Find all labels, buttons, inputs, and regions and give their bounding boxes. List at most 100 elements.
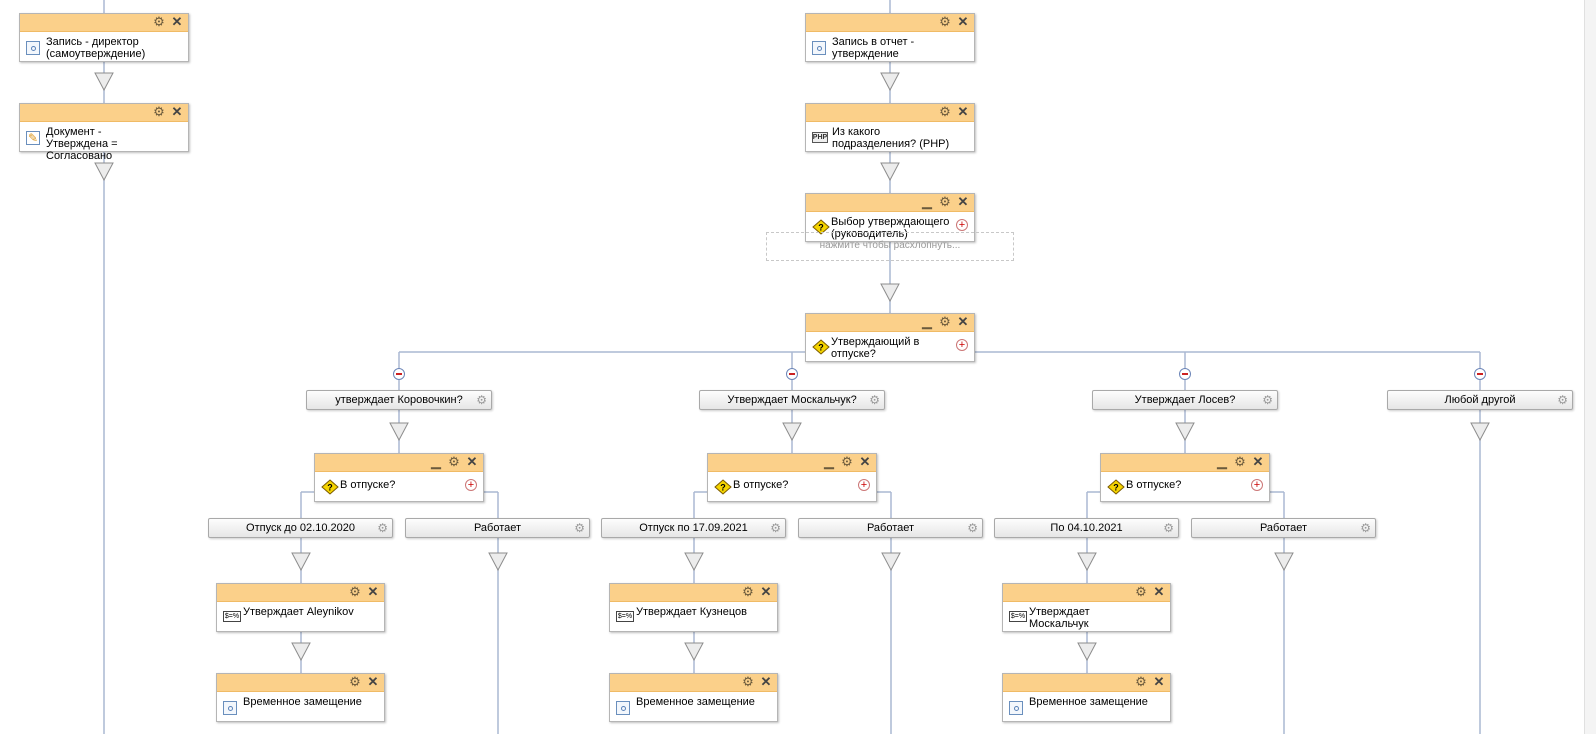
flow-arrow[interactable] <box>1077 642 1097 662</box>
block-label: Временное замещение <box>636 696 755 708</box>
minimize-icon[interactable]: ▁ <box>822 455 836 469</box>
branch-label-working-3[interactable]: Работает ⚙ <box>1191 518 1376 538</box>
flow-arrow[interactable] <box>94 162 114 182</box>
gear-icon[interactable]: ⚙ <box>938 195 952 209</box>
flow-arrow[interactable] <box>1077 552 1097 572</box>
close-icon[interactable]: ✕ <box>1251 455 1265 469</box>
close-icon[interactable]: ✕ <box>1152 585 1166 599</box>
gear-icon[interactable]: ⚙ <box>938 315 952 329</box>
remove-branch-icon[interactable] <box>1179 368 1191 380</box>
flow-arrow[interactable] <box>684 552 704 572</box>
remove-branch-icon[interactable] <box>1474 368 1486 380</box>
flow-arrow[interactable] <box>1470 422 1490 442</box>
close-icon[interactable]: ✕ <box>366 585 380 599</box>
close-icon[interactable]: ✕ <box>170 15 184 29</box>
branch-label-vacation-until-2020[interactable]: Отпуск до 02.10.2020 ⚙ <box>208 518 393 538</box>
activity-block-temp-substitution-1[interactable]: ⚙ ✕ Временное замещение <box>216 673 385 722</box>
gear-icon[interactable]: ⚙ <box>476 391 487 409</box>
flow-arrow[interactable] <box>782 422 802 442</box>
branch-label-korovochkin[interactable]: утверждает Коровочкин? ⚙ <box>306 390 492 410</box>
branch-label-until-04-10-2021[interactable]: По 04.10.2021 ⚙ <box>994 518 1179 538</box>
block-label: Утверждающий в отпуске? <box>831 336 920 360</box>
flow-arrow[interactable] <box>880 72 900 92</box>
flow-arrow[interactable] <box>881 552 901 572</box>
condition-block-on-vacation-1[interactable]: ▁ ⚙ ✕ ? В отпуске? + <box>314 453 484 502</box>
flow-arrow[interactable] <box>1175 422 1195 442</box>
condition-block-on-vacation-2[interactable]: ▁ ⚙ ✕ ? В отпуске? + <box>707 453 877 502</box>
activity-block-director-record[interactable]: ⚙ ✕ Запись - директор (самоутверждение) <box>19 13 189 62</box>
flow-arrow[interactable] <box>291 642 311 662</box>
minimize-icon[interactable]: ▁ <box>920 195 934 209</box>
remove-branch-icon[interactable] <box>786 368 798 380</box>
close-icon[interactable]: ✕ <box>170 105 184 119</box>
close-icon[interactable]: ✕ <box>366 675 380 689</box>
gear-icon[interactable]: ⚙ <box>840 455 854 469</box>
activity-block-document-approved[interactable]: ⚙ ✕ Документ - Утверждена = Согласовано <box>19 103 189 162</box>
branch-label-vacation-until-2021[interactable]: Отпуск по 17.09.2021 ⚙ <box>601 518 786 538</box>
gear-icon[interactable]: ⚙ <box>348 585 362 599</box>
branch-label-working-2[interactable]: Работает ⚙ <box>798 518 983 538</box>
branch-label-moskalchuk[interactable]: Утверждает Москальчук? ⚙ <box>699 390 885 410</box>
flow-arrow[interactable] <box>1274 552 1294 572</box>
gear-icon[interactable]: ⚙ <box>377 519 388 537</box>
gear-icon[interactable]: ⚙ <box>741 585 755 599</box>
gear-icon[interactable]: ⚙ <box>447 455 461 469</box>
close-icon[interactable]: ✕ <box>1152 675 1166 689</box>
gear-icon[interactable]: ⚙ <box>1134 675 1148 689</box>
gear-icon[interactable]: ⚙ <box>1557 391 1568 409</box>
gear-icon[interactable]: ⚙ <box>1233 455 1247 469</box>
minimize-icon[interactable]: ▁ <box>920 315 934 329</box>
activity-block-approves-aleynikov[interactable]: ⚙ ✕ $=% Утверждает Aleynikov <box>216 583 385 632</box>
add-branch-icon[interactable]: + <box>465 479 477 491</box>
flow-arrow[interactable] <box>684 642 704 662</box>
vertical-scrollbar[interactable] <box>1584 0 1596 734</box>
branch-label-any-other[interactable]: Любой другой ⚙ <box>1387 390 1573 410</box>
add-branch-icon[interactable]: + <box>956 219 968 231</box>
activity-block-approves-kuznetsov[interactable]: ⚙ ✕ $=% Утверждает Кузнецов <box>609 583 778 632</box>
activity-block-approves-moskalchuk[interactable]: ⚙ ✕ $=% Утверждает Москальчук <box>1002 583 1171 632</box>
expand-collapsed-hint[interactable]: нажмите чтобы расхлопнуть... <box>766 232 1014 261</box>
activity-block-temp-substitution-3[interactable]: ⚙ ✕ Временное замещение <box>1002 673 1171 722</box>
gear-icon[interactable]: ⚙ <box>152 105 166 119</box>
gear-icon[interactable]: ⚙ <box>1163 519 1174 537</box>
close-icon[interactable]: ✕ <box>956 15 970 29</box>
flow-arrow[interactable] <box>880 162 900 182</box>
close-icon[interactable]: ✕ <box>759 675 773 689</box>
minimize-icon[interactable]: ▁ <box>429 455 443 469</box>
branch-label-working-1[interactable]: Работает ⚙ <box>405 518 590 538</box>
flow-arrow[interactable] <box>291 552 311 572</box>
gear-icon[interactable]: ⚙ <box>869 391 880 409</box>
close-icon[interactable]: ✕ <box>956 315 970 329</box>
activity-block-report-record[interactable]: ⚙ ✕ Запись в отчет - утверждение <box>805 13 975 62</box>
minimize-icon[interactable]: ▁ <box>1215 455 1229 469</box>
activity-block-temp-substitution-2[interactable]: ⚙ ✕ Временное замещение <box>609 673 778 722</box>
flow-arrow[interactable] <box>389 422 409 442</box>
gear-icon[interactable]: ⚙ <box>348 675 362 689</box>
close-icon[interactable]: ✕ <box>759 585 773 599</box>
gear-icon[interactable]: ⚙ <box>967 519 978 537</box>
gear-icon[interactable]: ⚙ <box>938 15 952 29</box>
close-icon[interactable]: ✕ <box>956 105 970 119</box>
close-icon[interactable]: ✕ <box>465 455 479 469</box>
gear-icon[interactable]: ⚙ <box>1134 585 1148 599</box>
flow-arrow[interactable] <box>94 72 114 92</box>
condition-block-approver-on-vacation[interactable]: ▁ ⚙ ✕ ? Утверждающий в отпуске? + <box>805 313 975 362</box>
close-icon[interactable]: ✕ <box>858 455 872 469</box>
gear-icon[interactable]: ⚙ <box>770 519 781 537</box>
gear-icon[interactable]: ⚙ <box>574 519 585 537</box>
add-branch-icon[interactable]: + <box>1251 479 1263 491</box>
gear-icon[interactable]: ⚙ <box>741 675 755 689</box>
gear-icon[interactable]: ⚙ <box>152 15 166 29</box>
condition-block-on-vacation-3[interactable]: ▁ ⚙ ✕ ? В отпуске? + <box>1100 453 1270 502</box>
gear-icon[interactable]: ⚙ <box>1262 391 1273 409</box>
gear-icon[interactable]: ⚙ <box>1360 519 1371 537</box>
remove-branch-icon[interactable] <box>393 368 405 380</box>
close-icon[interactable]: ✕ <box>956 195 970 209</box>
add-branch-icon[interactable]: + <box>858 479 870 491</box>
flow-arrow[interactable] <box>488 552 508 572</box>
flow-arrow[interactable] <box>880 283 900 303</box>
gear-icon[interactable]: ⚙ <box>938 105 952 119</box>
branch-label-losev[interactable]: Утверждает Лосев? ⚙ <box>1092 390 1278 410</box>
activity-block-php-department[interactable]: ⚙ ✕ PHP Из какого подразделения? (PHP) <box>805 103 975 152</box>
add-branch-icon[interactable]: + <box>956 339 968 351</box>
